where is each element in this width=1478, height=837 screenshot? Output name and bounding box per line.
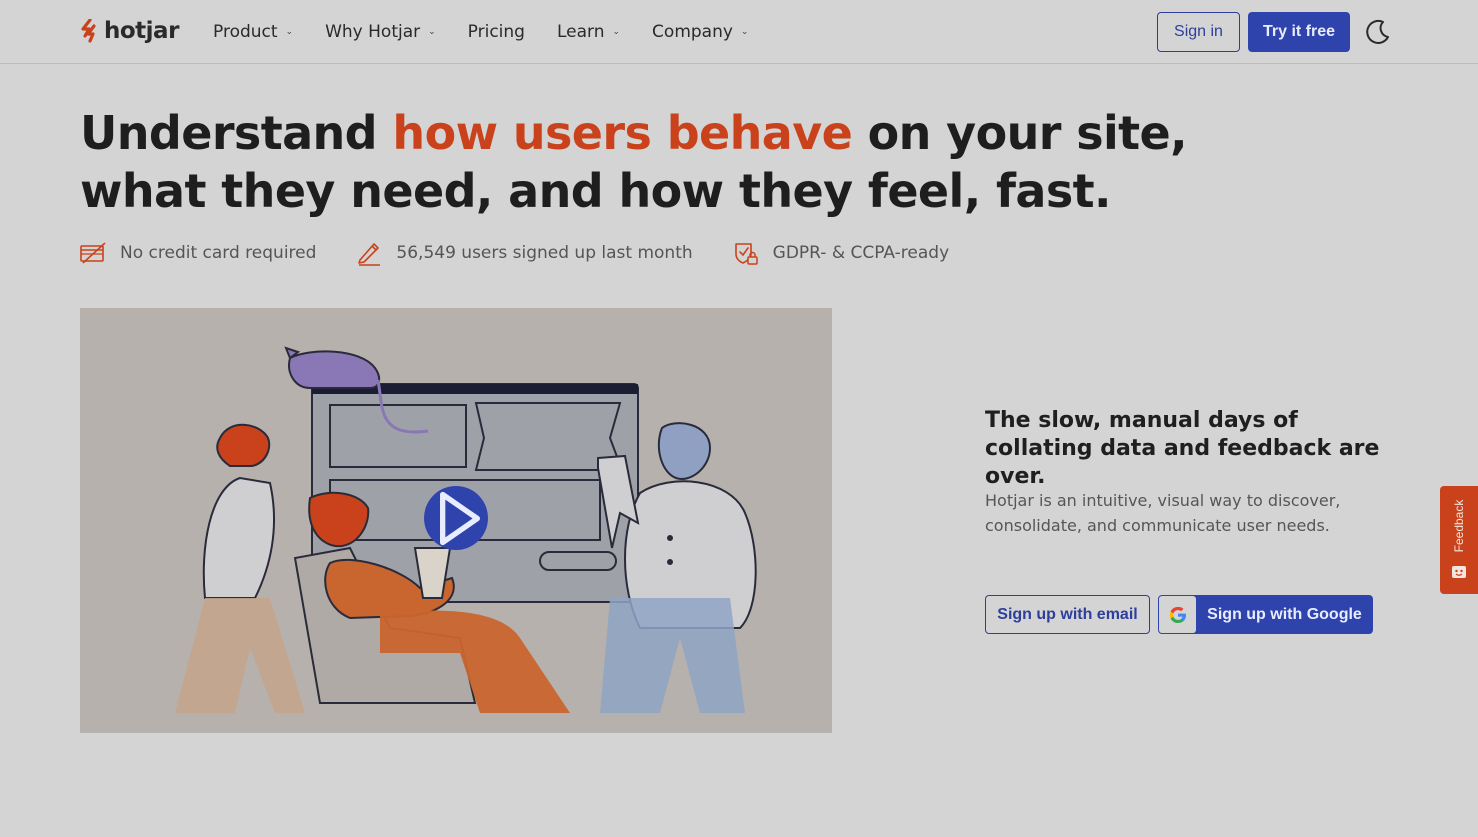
nav-item-label: Why Hotjar [325,22,421,42]
badge-text: 56,549 users signed up last month [396,243,693,263]
google-logo-box [1159,596,1196,633]
hero-headline: Understand how users behave on your site… [80,104,1230,220]
signup-subhead: The slow, manual days of collating data … [985,408,1380,489]
feedback-tab[interactable]: Feedback [1440,486,1478,594]
badge-text: No credit card required [120,243,317,263]
nav-item-label: Learn [556,22,605,42]
feedback-label: Feedback [1452,499,1466,553]
nav-item-learn[interactable]: Learn ⌄ [557,20,620,44]
headline-text: Understand [80,106,393,160]
badge-text: GDPR- & CCPA-ready [772,243,950,263]
nav-item-label: Product [213,22,278,42]
nav-item-product[interactable]: Product ⌄ [213,20,293,44]
feedback-face-icon [1452,566,1466,578]
hero-illustration[interactable] [80,308,832,733]
try-it-free-button[interactable]: Try it free [1248,12,1350,52]
headline-accent: how users behave [392,106,853,160]
play-video-button[interactable] [424,486,488,550]
badge-no-credit-card: No credit card required [80,240,316,266]
main-nav: Product ⌄ Why Hotjar ⌄ Pricing Learn ⌄ C… [213,20,748,44]
sign-up-google-button[interactable]: Sign up with Google [1158,595,1373,634]
google-button-label: Sign up with Google [1207,605,1362,623]
nav-item-company[interactable]: Company ⌄ [652,20,748,44]
logo-text: hotjar [104,18,179,44]
pencil-icon [358,243,381,266]
nav-item-why-hotjar[interactable]: Why Hotjar ⌄ [325,20,436,44]
sign-up-email-button[interactable]: Sign up with email [985,595,1150,634]
badge-signups: 56,549 users signed up last month [356,240,693,266]
play-icon [440,491,480,545]
signup-description: Hotjar is an intuitive, visual way to di… [985,491,1341,535]
shield-lock-icon [734,243,758,265]
credit-card-icon [80,242,106,264]
badge-gdpr: GDPR- & CCPA-ready [733,240,949,266]
site-header: hotjar Product ⌄ Why Hotjar ⌄ Pricing Le… [0,0,1478,64]
hotjar-logo[interactable]: hotjar [80,16,179,46]
google-logo-icon [1169,606,1186,623]
sign-in-button[interactable]: Sign in [1157,12,1240,52]
chevron-down-icon: ⌄ [612,27,621,37]
trust-badges: No credit card required 56,549 users sig… [80,240,989,266]
hotjar-logo-icon [81,19,96,43]
nav-item-label: Company [652,22,733,42]
nav-item-label: Pricing [467,22,525,42]
chevron-down-icon: ⌄ [285,27,294,37]
chevron-down-icon: ⌄ [428,27,436,37]
moon-icon[interactable] [1364,18,1392,46]
chevron-down-icon: ⌄ [740,27,749,37]
nav-item-pricing[interactable]: Pricing [468,20,525,44]
